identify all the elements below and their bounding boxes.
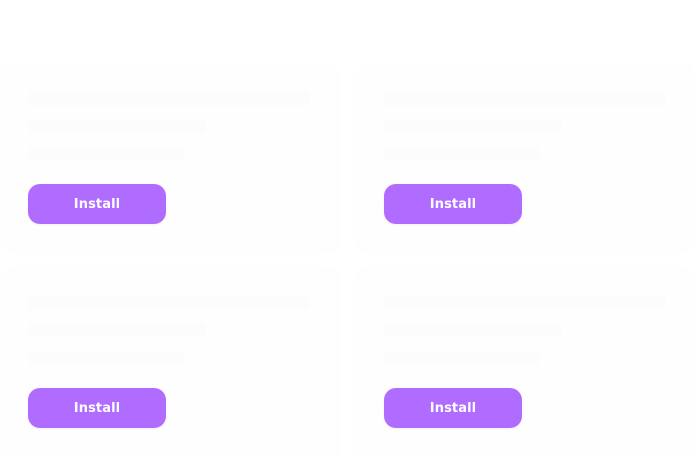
card-description [28,119,206,133]
page: Install Install Install Install [0,0,696,456]
card-grid: Install Install Install Install [0,66,696,456]
card-title [28,92,310,106]
install-button[interactable]: Install [28,184,166,224]
card-description [28,323,206,337]
install-button[interactable]: Install [28,388,166,428]
card-description [384,119,562,133]
card-title [28,296,310,310]
card-meta [384,351,540,365]
app-card: Install [356,270,694,456]
app-card: Install [0,66,338,250]
card-title [384,92,666,106]
section-title [28,14,138,36]
install-button[interactable]: Install [384,388,522,428]
card-meta [28,351,184,365]
app-card: Install [0,270,338,456]
card-meta [384,147,540,161]
card-description [384,323,562,337]
card-title [384,296,666,310]
app-card: Install [356,66,694,250]
card-meta [28,147,184,161]
install-button[interactable]: Install [384,184,522,224]
